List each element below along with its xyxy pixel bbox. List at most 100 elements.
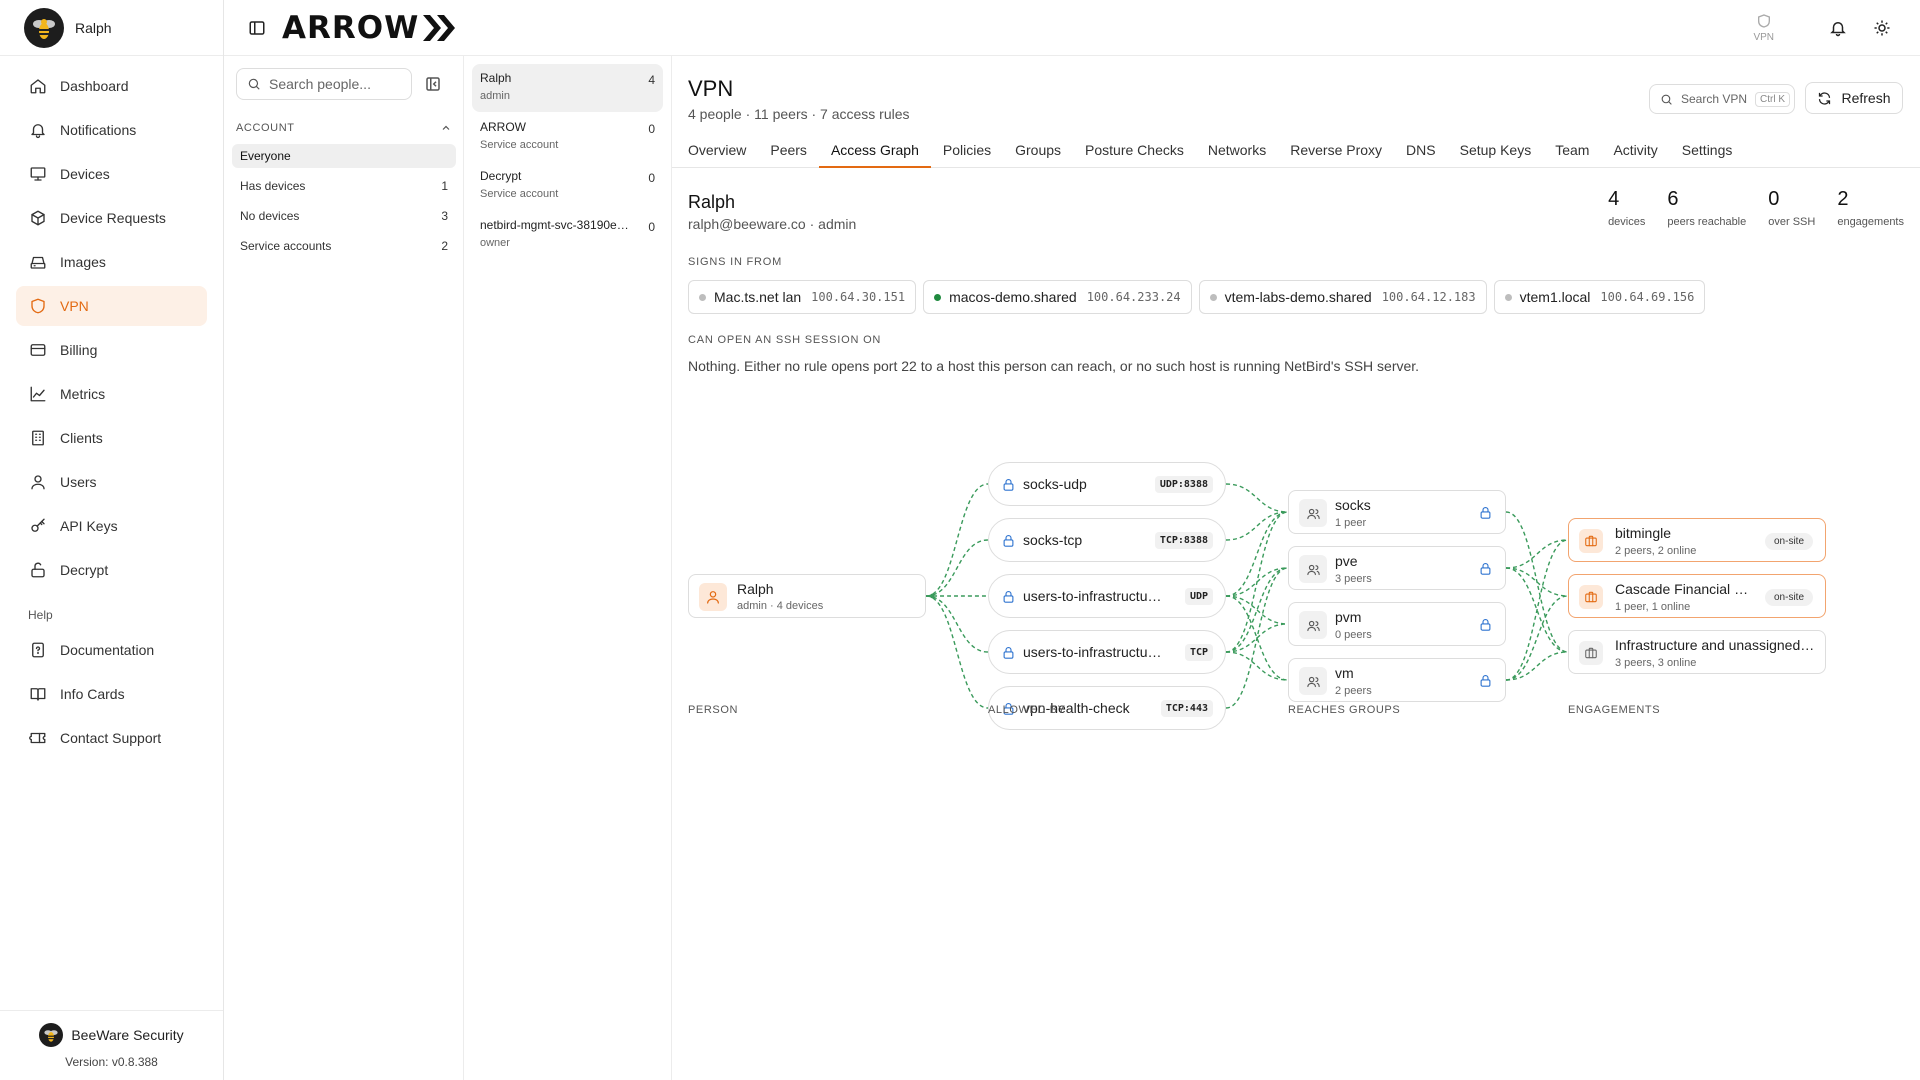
tab-overview[interactable]: Overview: [676, 132, 758, 168]
refresh-button[interactable]: Refresh: [1805, 82, 1903, 114]
account-section-label: ACCOUNT: [236, 122, 295, 134]
tab-activity[interactable]: Activity: [1601, 132, 1669, 168]
search-vpn-label: Search VPN: [1681, 92, 1748, 106]
nav-item-device-requests[interactable]: Device Requests: [16, 198, 207, 238]
tab-networks[interactable]: Networks: [1196, 132, 1278, 168]
people-search-box[interactable]: [236, 68, 412, 100]
graph-group-node[interactable]: pvm 0 peers: [1288, 602, 1506, 646]
stat-over-SSH: 0 over SSH: [1768, 188, 1815, 228]
person-list-item[interactable]: netbird-mgmt-svc-38190e8a owner 0: [472, 211, 663, 259]
bell-icon: [28, 120, 48, 140]
users-icon: [1299, 611, 1327, 639]
nav-item-clients[interactable]: Clients: [16, 418, 207, 458]
nav-item-billing[interactable]: Billing: [16, 330, 207, 370]
nav-item-users[interactable]: Users: [16, 462, 207, 502]
graph-rule-node[interactable]: socks-udp UDP:8388: [988, 462, 1226, 506]
account-section-header[interactable]: ACCOUNT: [236, 122, 452, 134]
graph-rule-protocol: TCP:443: [1160, 700, 1213, 717]
nav-item-devices[interactable]: Devices: [16, 154, 207, 194]
nav-item-api-keys[interactable]: API Keys: [16, 506, 207, 546]
graph-group-node[interactable]: pve 3 peers: [1288, 546, 1506, 590]
account-filters: Everyone Has devices 1 No devices 3 Service a…: [232, 144, 456, 264]
brand-logo[interactable]: ARROW: [282, 10, 457, 46]
keyboard-shortcut: Ctrl K: [1755, 91, 1791, 107]
filter-service-accounts[interactable]: Service accounts 2: [232, 234, 456, 258]
device-chip[interactable]: vtem-labs-demo.shared 100.64.12.183: [1198, 280, 1487, 314]
bell-icon[interactable]: [1828, 18, 1848, 38]
tab-reverse-proxy[interactable]: Reverse Proxy: [1278, 132, 1394, 168]
person-device-count: 0: [648, 171, 655, 185]
stat-value: 2: [1837, 188, 1849, 210]
nav-item-notifications[interactable]: Notifications: [16, 110, 207, 150]
tab-setup-keys[interactable]: Setup Keys: [1448, 132, 1544, 168]
person-list-item[interactable]: Decrypt Service account 0: [472, 162, 663, 210]
graph-engagement-name: Infrastructure and unassigned peers: [1615, 637, 1815, 653]
tab-dns[interactable]: DNS: [1394, 132, 1448, 168]
person-list-item[interactable]: Ralph admin 4: [472, 64, 663, 112]
nav-item-info-cards[interactable]: Info Cards: [16, 674, 207, 714]
graph-group-node[interactable]: socks 1 peer: [1288, 490, 1506, 534]
lock-icon: [1478, 617, 1493, 632]
tab-posture-checks[interactable]: Posture Checks: [1073, 132, 1196, 168]
briefcase-icon: [1579, 585, 1603, 609]
search-vpn-button[interactable]: Search VPN Ctrl K: [1649, 84, 1795, 114]
nav-item-images[interactable]: Images: [16, 242, 207, 282]
person-detail-email: ralph@beeware.co · admin: [688, 216, 857, 232]
sidebar: Ralph Dashboard Notifications Devices Devic…: [0, 0, 224, 1080]
graph-engagement-node[interactable]: bitmingle 2 peers, 2 online on-site: [1568, 518, 1826, 562]
filter-has-devices[interactable]: Has devices 1: [232, 174, 456, 198]
drive-icon: [28, 252, 48, 272]
edge-rule-group: [1225, 595, 1289, 625]
nav-item-contact-support[interactable]: Contact Support: [16, 718, 207, 758]
tab-team[interactable]: Team: [1543, 132, 1601, 168]
graph-person-node[interactable]: Ralph admin · 4 devices: [688, 574, 926, 618]
person-role: Service account: [480, 139, 559, 151]
person-device-count: 4: [648, 73, 655, 87]
sidebar-toggle-icon[interactable]: [246, 17, 268, 39]
device-ip: 100.64.30.151: [811, 290, 906, 304]
graph-engagement-node[interactable]: Cascade Financial Group 1 peer, 1 online o…: [1568, 574, 1826, 618]
nav-item-documentation[interactable]: Documentation: [16, 630, 207, 670]
chevron-up-icon: [442, 125, 450, 130]
nav-item-dashboard[interactable]: Dashboard: [16, 66, 207, 106]
device-chip[interactable]: vtem1.local 100.64.69.156: [1493, 280, 1706, 314]
shield-icon: [1757, 14, 1770, 28]
search-icon: [248, 78, 260, 90]
edge-group-engagement: [1505, 511, 1569, 653]
collapse-panel-icon[interactable]: [424, 75, 442, 93]
stat-value: 4: [1608, 188, 1620, 210]
nav-item-vpn[interactable]: VPN: [16, 286, 207, 326]
nav-item-metrics[interactable]: Metrics: [16, 374, 207, 414]
graph-rule-protocol: UDP: [1184, 588, 1213, 605]
edge-rule-group: [1225, 511, 1289, 653]
tab-policies[interactable]: Policies: [931, 132, 1003, 168]
filter-count: 1: [441, 179, 448, 193]
filter-no-devices[interactable]: No devices 3: [232, 204, 456, 228]
filter-count: 2: [441, 239, 448, 253]
device-chip[interactable]: Mac.ts.net lan 100.64.30.151: [688, 280, 917, 314]
nav-item-label: Billing: [60, 342, 98, 358]
vpn-status-indicator[interactable]: VPN: [1753, 13, 1774, 43]
people-search-input[interactable]: [269, 76, 405, 92]
tab-groups[interactable]: Groups: [1003, 132, 1073, 168]
stat-peers-reachable: 6 peers reachable: [1667, 188, 1746, 228]
person-role: owner: [480, 237, 510, 249]
tab-settings[interactable]: Settings: [1670, 132, 1745, 168]
graph-rule-node[interactable]: users-to-infrastructure-tcp TCP: [988, 630, 1226, 674]
graph-engagement-node[interactable]: Infrastructure and unassigned peers 3 pee…: [1568, 630, 1826, 674]
sun-icon[interactable]: [1872, 18, 1892, 38]
sidebar-user[interactable]: Ralph: [0, 0, 223, 56]
graph-rule-node[interactable]: socks-tcp TCP:8388: [988, 518, 1226, 562]
tab-access-graph[interactable]: Access Graph: [818, 132, 931, 168]
person-list-item[interactable]: ARROW Service account 0: [472, 113, 663, 161]
graph-rule-node[interactable]: users-to-infrastructure-udp UDP: [988, 574, 1226, 618]
main-content: VPN 4 people · 11 peers · 7 access rules…: [672, 56, 1920, 1080]
org-switcher[interactable]: BeeWare Security: [39, 1022, 184, 1047]
tab-peers[interactable]: Peers: [758, 132, 819, 168]
filter-everyone[interactable]: Everyone: [232, 144, 456, 168]
device-chip[interactable]: macos-demo.shared 100.64.233.24: [923, 280, 1192, 314]
graph-group-sub: 3 peers: [1335, 573, 1372, 585]
graph-group-node[interactable]: vm 2 peers: [1288, 658, 1506, 702]
lock-icon: [1001, 533, 1016, 548]
nav-item-decrypt[interactable]: Decrypt: [16, 550, 207, 590]
